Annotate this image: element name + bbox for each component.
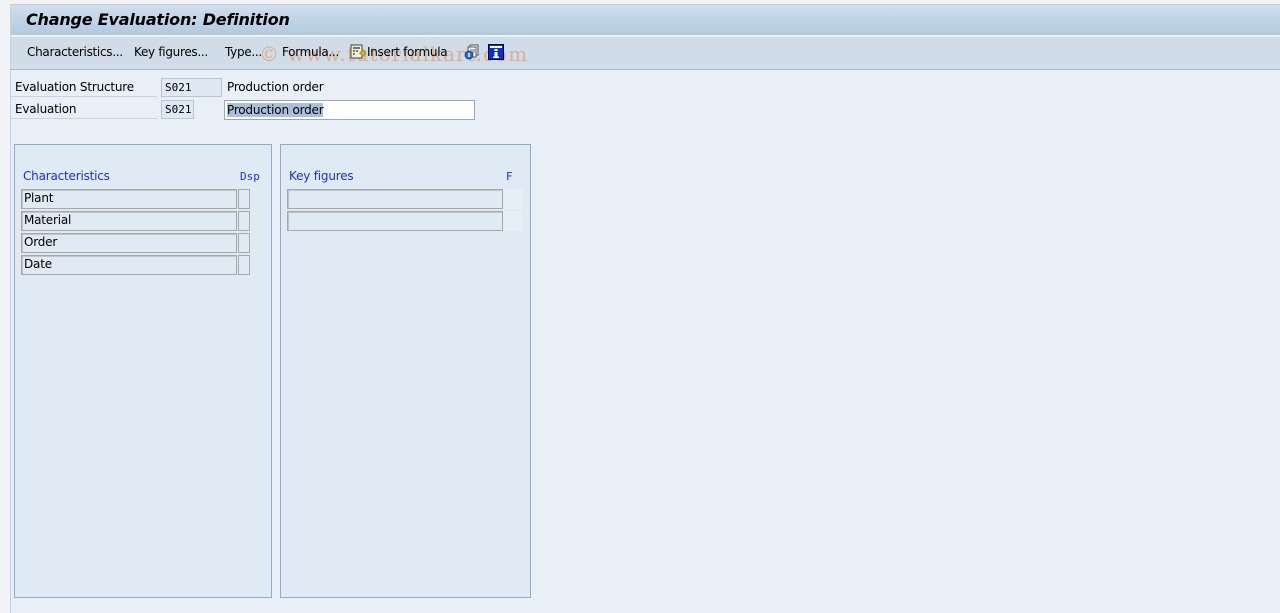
page-title: Change Evaluation: Definition [26,10,290,29]
characteristics-panel: Characteristics Dsp Plant Material Order… [14,144,272,598]
evaluation-structure-label: Evaluation Structure [11,77,157,97]
evaluation-label: Evaluation [11,99,157,119]
evaluation-field: S021 [161,100,194,119]
characteristic-row[interactable]: Plant [21,189,237,209]
formula-cell[interactable] [503,211,523,231]
formula-column-header: F [506,170,513,183]
evaluation-structure-field: S021 [161,78,222,97]
display-checkbox[interactable] [238,211,250,231]
display-checkbox[interactable] [238,189,250,209]
insert-formula-icon[interactable] [350,44,367,60]
characteristic-row[interactable]: Order [21,233,237,253]
display-checkbox[interactable] [238,233,250,253]
characteristic-row[interactable]: Material [21,211,237,231]
info-icon[interactable] [488,44,504,60]
evaluation-description-input[interactable]: Production order [224,100,475,120]
characteristic-row[interactable]: Date [21,255,237,275]
characteristics-button[interactable]: Characteristics... [27,45,123,59]
formula-cell[interactable] [503,189,523,209]
title-bar: Change Evaluation: Definition [11,5,1280,36]
key-figures-button[interactable]: Key figures... [134,45,208,59]
display-document-icon[interactable] [464,44,480,60]
key-figure-row[interactable] [287,189,503,209]
application-toolbar: © www.tutorialkart.com Characteristics..… [11,37,1280,70]
formula-button[interactable]: Formula... [282,45,339,59]
display-checkbox[interactable] [238,255,250,275]
sap-window: Change Evaluation: Definition © www.tuto… [10,4,1280,613]
type-button[interactable]: Type... [225,45,262,59]
characteristics-column-header: Characteristics [23,169,110,183]
evaluation-structure-description: Production order [227,80,324,94]
display-column-header: Dsp [240,170,260,183]
selected-text: Production order [227,103,324,117]
key-figure-row[interactable] [287,211,503,231]
key-figures-column-header: Key figures [289,169,354,183]
insert-formula-button[interactable]: Insert formula [367,45,448,59]
key-figures-panel: Key figures F [280,144,531,598]
